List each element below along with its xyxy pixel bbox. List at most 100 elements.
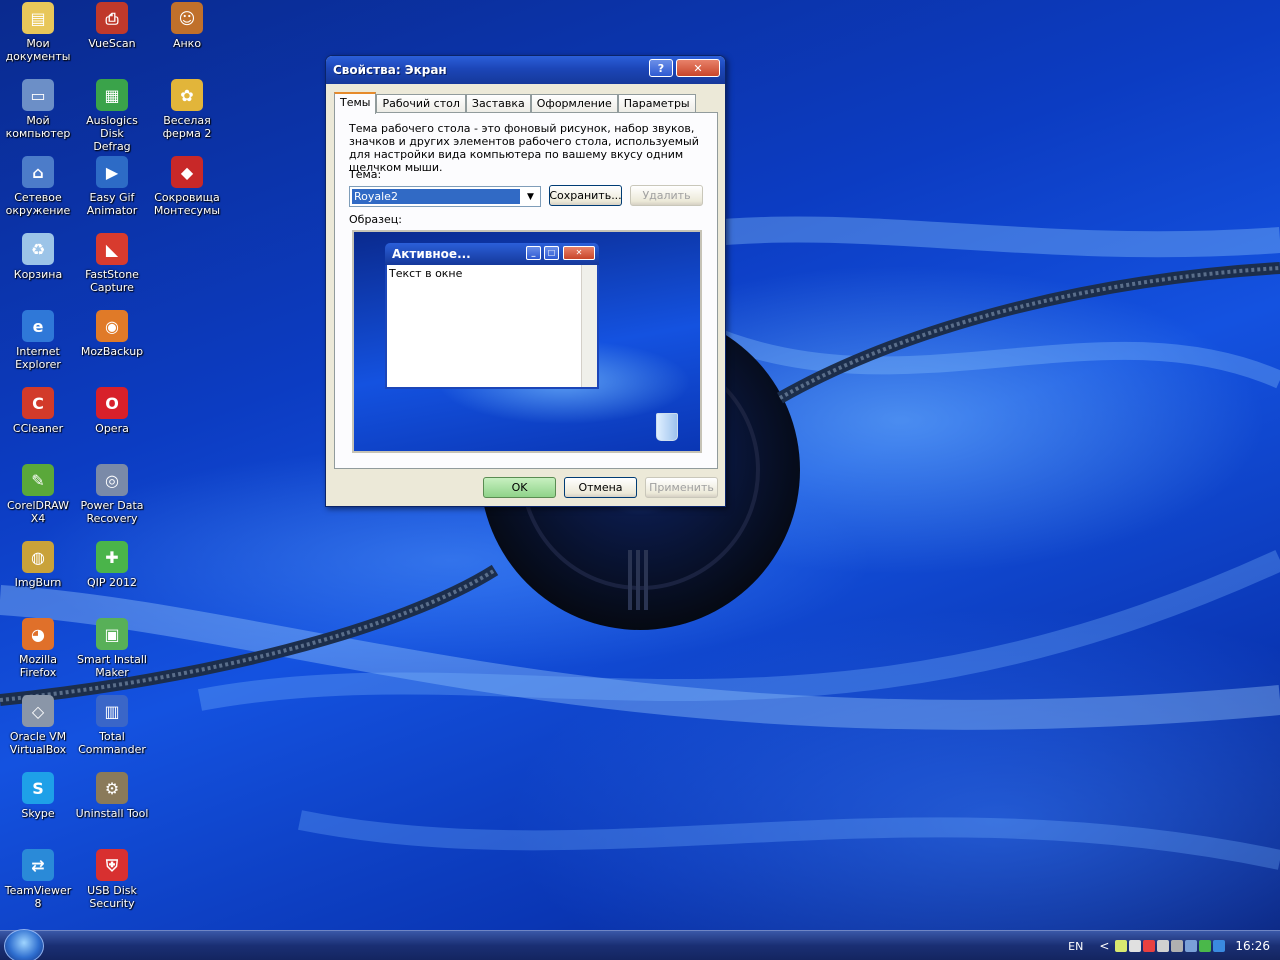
desktop-icon-label: Internet Explorer	[15, 345, 61, 371]
desktop-icon-label: QIP 2012	[86, 576, 138, 589]
my-computer-icon: ▭	[22, 79, 54, 111]
tray-icon-3[interactable]	[1143, 940, 1156, 952]
tray-expand-icon[interactable]: <	[1099, 939, 1109, 953]
desktop-icon[interactable]: ♻ Корзина	[0, 233, 76, 281]
desktop-icon[interactable]: ◎ Power Data Recovery	[74, 464, 150, 525]
dialog-title: Свойства: Экран	[333, 63, 447, 77]
language-indicator[interactable]: EN	[1068, 940, 1083, 953]
clock[interactable]: 16:26	[1235, 939, 1270, 953]
tab-screensaver[interactable]: Заставка	[465, 94, 531, 113]
tab-settings[interactable]: Параметры	[617, 94, 696, 113]
auslogics-defrag-icon: ▦	[96, 79, 128, 111]
tray-icon-5[interactable]	[1171, 940, 1184, 952]
desktop-icon[interactable]: ✿ Веселая ферма 2	[149, 79, 225, 140]
faststone-capture-icon: ◣	[96, 233, 128, 265]
usb-disk-security-icon: ⛨	[96, 849, 128, 881]
save-theme-button[interactable]: Сохранить...	[549, 185, 622, 206]
recycle-bin-icon	[656, 413, 678, 441]
display-properties-dialog: Свойства: Экран ? ✕ Темы Рабочий стол За…	[325, 55, 726, 507]
desktop-icon[interactable]: ⛨ USB Disk Security	[74, 849, 150, 910]
preview-window-titlebar: Активное... _ □ ✕	[385, 243, 599, 265]
desktop-icon[interactable]: ☺ Анко	[149, 2, 225, 50]
desktop-icon-label: Smart Install Maker	[77, 653, 147, 679]
desktop-icon[interactable]: ⚙ Uninstall Tool	[74, 772, 150, 820]
qip-icon: ✚	[96, 541, 128, 573]
uninstall-tool-icon: ⚙	[96, 772, 128, 804]
desktop-icon[interactable]: ▦ Auslogics Disk Defrag	[74, 79, 150, 153]
themes-tab-panel: Тема рабочего стола - это фоновый рисуно…	[334, 112, 718, 469]
preview-scrollbar	[581, 265, 597, 387]
desktop-icon[interactable]: ◇ Oracle VM VirtualBox	[0, 695, 76, 756]
desktop-icon[interactable]: ◣ FastStone Capture	[74, 233, 150, 294]
chevron-down-icon[interactable]: ▼	[522, 188, 539, 205]
desktop-icon-label: VueScan	[88, 37, 136, 50]
smart-install-maker-icon: ▣	[96, 618, 128, 650]
desktop-icon-label: Skype	[21, 807, 55, 820]
system-tray: EN < 16:26	[1068, 931, 1280, 960]
desktop-icon[interactable]: C CCleaner	[0, 387, 76, 435]
tab-themes[interactable]: Темы	[334, 92, 377, 114]
tray-icons	[1115, 940, 1227, 952]
teamviewer-icon: ⇄	[22, 849, 54, 881]
imgburn-icon: ◍	[22, 541, 54, 573]
desktop-icon-label: Мои документы	[5, 37, 71, 63]
desktop-icon[interactable]: ▭ Мой компьютер	[0, 79, 76, 140]
tray-icon-4[interactable]	[1157, 940, 1170, 952]
close-button[interactable]: ✕	[676, 59, 720, 77]
desktop-icon[interactable]: ⇄ TeamViewer 8	[0, 849, 76, 910]
apply-button[interactable]: Применить	[645, 477, 718, 498]
desktop-icon-label: TeamViewer 8	[4, 884, 72, 910]
taskbar: EN < 16:26	[0, 929, 1280, 960]
theme-select-value: Royale2	[352, 189, 520, 204]
help-icon: ?	[657, 61, 665, 75]
desktop-icon-label: Auslogics Disk Defrag	[86, 114, 138, 153]
recycle-bin-icon: ♻	[22, 233, 54, 265]
desktop-icon[interactable]: ⌂ Сетевое окружение	[0, 156, 76, 217]
maximize-icon: □	[544, 246, 559, 260]
desktop-icon[interactable]: e Internet Explorer	[0, 310, 76, 371]
tab-appearance[interactable]: Оформление	[530, 94, 618, 113]
cancel-button[interactable]: Отмена	[564, 477, 637, 498]
theme-preview: Активное... _ □ ✕ Текст в окне	[352, 230, 702, 453]
ok-button[interactable]: OK	[483, 477, 556, 498]
tab-desktop[interactable]: Рабочий стол	[376, 94, 466, 113]
help-button[interactable]: ?	[649, 59, 673, 77]
desktop-icon-label: MozBackup	[80, 345, 144, 358]
virtualbox-icon: ◇	[22, 695, 54, 727]
desktop-icon-label: Mozilla Firefox	[19, 653, 57, 679]
tray-icon-1[interactable]	[1115, 940, 1128, 952]
desktop-icon[interactable]: ▶ Easy Gif Animator	[74, 156, 150, 217]
desktop-icon[interactable]: ▤ Мои документы	[0, 2, 76, 63]
desktop-icon[interactable]: ▣ Smart Install Maker	[74, 618, 150, 679]
desktop-icon[interactable]: ◆ Сокровища Монтесумы	[149, 156, 225, 217]
desktop-icon-label: Easy Gif Animator	[86, 191, 138, 217]
close-icon: ✕	[563, 246, 595, 260]
anko-icon: ☺	[171, 2, 203, 34]
preview-active-window: Активное... _ □ ✕ Текст в окне	[385, 243, 599, 389]
desktop-icon[interactable]: ✚ QIP 2012	[74, 541, 150, 589]
tray-icon-6[interactable]	[1185, 940, 1198, 952]
desktop-icon[interactable]: ▥ Total Commander	[74, 695, 150, 756]
delete-theme-button[interactable]: Удалить	[630, 185, 703, 206]
desktop-icon-label: Total Commander	[78, 730, 146, 756]
opera-icon: O	[96, 387, 128, 419]
desktop-icon[interactable]: O Opera	[74, 387, 150, 435]
tray-icon-7[interactable]	[1199, 940, 1212, 952]
desktop-icon[interactable]: ◕ Mozilla Firefox	[0, 618, 76, 679]
desktop-icon[interactable]: ◉ MozBackup	[74, 310, 150, 358]
tray-icon-8[interactable]	[1213, 940, 1226, 952]
desktop-icon[interactable]: ◍ ImgBurn	[0, 541, 76, 589]
start-button[interactable]	[4, 929, 44, 960]
desktop-icon[interactable]: S Skype	[0, 772, 76, 820]
desktop-icon[interactable]: ⎙ VueScan	[74, 2, 150, 50]
ccleaner-icon: C	[22, 387, 54, 419]
desktop-icon-label: Uninstall Tool	[75, 807, 149, 820]
total-commander-icon: ▥	[96, 695, 128, 727]
preview-window-text: Текст в окне	[389, 267, 463, 280]
tray-icon-2[interactable]	[1129, 940, 1142, 952]
desktop-icon-label: Сетевое окружение	[5, 191, 71, 217]
theme-select[interactable]: Royale2 ▼	[349, 186, 541, 207]
desktop-icon-label: CorelDRAW X4	[7, 499, 69, 525]
desktop-icon[interactable]: ✎ CorelDRAW X4	[0, 464, 76, 525]
desktop-icon-label: Мой компьютер	[5, 114, 71, 140]
